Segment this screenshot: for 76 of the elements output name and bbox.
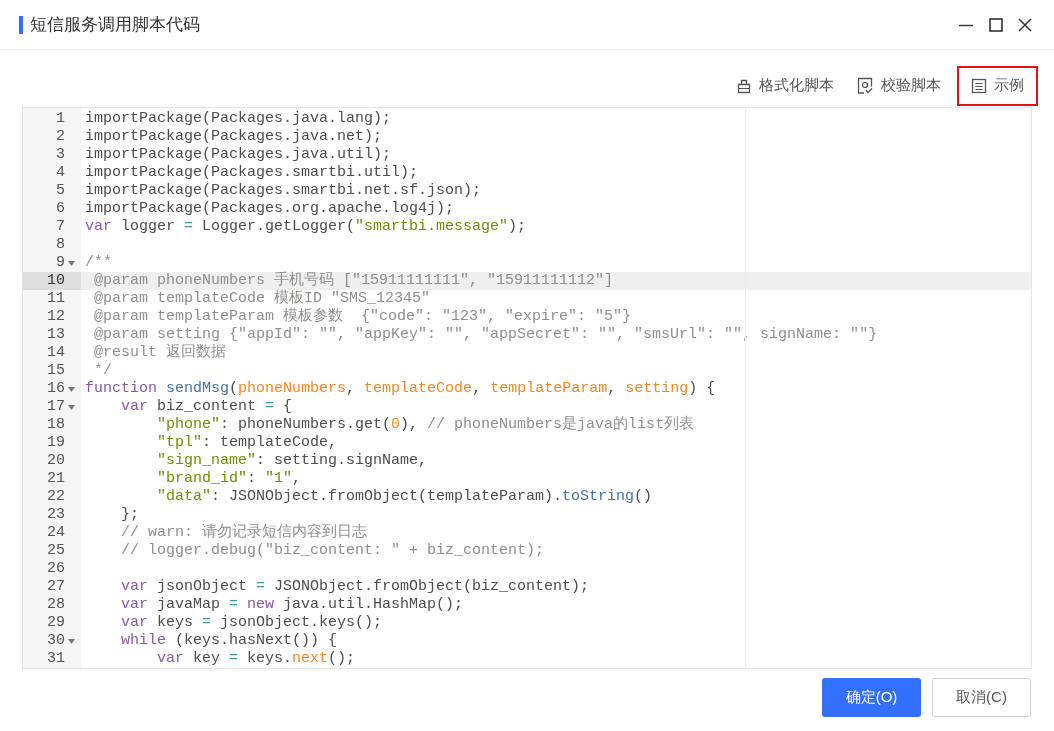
document-lines-icon <box>971 77 987 94</box>
line-number: 18 <box>47 416 65 434</box>
code-line: "sign_name": setting.signName, <box>156 452 428 469</box>
code-line: @param templateParam 模板参数 {"code": "123", "expire": "5"} <box>93 308 632 325</box>
toolbar-button[interactable]: 格式化脚本 <box>730 65 840 106</box>
fold-caret-icon[interactable] <box>67 638 75 644</box>
clipboard-icon <box>736 77 752 94</box>
fold-caret-icon[interactable] <box>67 386 75 392</box>
line-number: 22 <box>47 488 65 506</box>
line-number: 5 <box>56 182 65 200</box>
line-number: 23 <box>47 506 65 524</box>
line-number: 25 <box>47 542 65 560</box>
code-line: importPackage(Packages.java.net); <box>85 128 383 145</box>
line-number: 4 <box>56 164 65 182</box>
code-line: var keys = jsonObject.keys(); <box>120 614 383 631</box>
code-line: function sendMsg(phoneNumbers, templateCode, templateParam, setting) { <box>85 380 716 397</box>
line-number: 1 <box>56 110 65 128</box>
line-number: 31 <box>47 650 65 668</box>
line-number: 8 <box>56 236 65 254</box>
fold-caret-icon[interactable] <box>67 260 75 266</box>
line-number: 11 <box>47 290 65 308</box>
code-line: importPackage(Packages.java.util); <box>85 146 392 163</box>
title-accent-bar <box>19 15 23 34</box>
code-line: @param templateCode 模板ID "SMS_12345" <box>93 290 431 307</box>
document-check-icon <box>856 76 874 95</box>
code-line: importPackage(Packages.org.apache.log4j); <box>85 200 455 217</box>
line-number: 19 <box>47 434 65 452</box>
line-number: 28 <box>47 596 65 614</box>
line-number: 27 <box>47 578 65 596</box>
code-line: var logger = Logger.getLogger("smartbi.message"); <box>85 218 527 235</box>
line-number: 21 <box>47 470 65 488</box>
fold-caret-icon[interactable] <box>67 404 75 410</box>
code-line: */ <box>93 362 112 379</box>
code-line: var key = keys.next(); <box>156 650 356 667</box>
code-line: "brand_id": "1", <box>156 470 302 487</box>
code-editor[interactable] <box>22 107 1032 669</box>
code-line: var jsonObject = JSONObject.fromObject(biz_content); <box>120 578 590 595</box>
line-number: 24 <box>47 524 65 542</box>
code-line: var javaMap = new java.util.HashMap(); <box>120 596 464 613</box>
line-number: 2 <box>56 128 65 146</box>
line-number: 29 <box>47 614 65 632</box>
code-line: importPackage(Packages.smartbi.net.sf.json); <box>85 182 482 199</box>
line-number: 14 <box>47 344 65 362</box>
line-number: 9 <box>56 254 65 272</box>
code-line: @param phoneNumbers 手机号码 ["15911111111", "15911111112"] <box>93 272 614 289</box>
line-number: 6 <box>56 200 65 218</box>
close-icon[interactable] <box>1018 17 1032 32</box>
cancel-button[interactable]: 取消(C) <box>932 678 1031 717</box>
code-line: // logger.debug("biz_content: " + biz_content); <box>120 542 545 559</box>
line-number: 15 <box>47 362 65 380</box>
code-line: var biz_content = { <box>120 398 293 415</box>
toolbar-button[interactable]: 校验脚本 <box>850 65 947 106</box>
line-number: 7 <box>56 218 65 236</box>
line-number: 10 <box>47 272 65 290</box>
maximize-icon[interactable] <box>989 17 1003 32</box>
code-line: while (keys.hasNext()) { <box>120 632 338 649</box>
code-line: }; <box>120 506 139 523</box>
code-line: @result 返回数据 <box>93 344 226 361</box>
line-number: 3 <box>56 146 65 164</box>
confirm-button[interactable]: 确定(O) <box>822 678 921 717</box>
code-line: "tpl": templateCode, <box>156 434 338 451</box>
code-line: "data": JSONObject.fromObject(templateParam).toString() <box>156 488 653 505</box>
code-line: importPackage(Packages.smartbi.util); <box>85 164 419 181</box>
window-title: 短信服务调用脚本代码 <box>30 13 200 36</box>
code-line: /** <box>85 254 112 271</box>
line-number: 13 <box>47 326 65 344</box>
line-number: 12 <box>47 308 65 326</box>
line-number: 26 <box>47 560 65 578</box>
code-line: "phone": phoneNumbers.get(0), // phoneNumbers是java的list列表 <box>156 416 695 433</box>
toolbar-button[interactable]: 示例 <box>957 65 1038 106</box>
line-number: 30 <box>47 632 65 650</box>
code-line: // warn: 请勿记录短信内容到日志 <box>120 524 368 541</box>
line-number: 20 <box>47 452 65 470</box>
code-line: importPackage(Packages.java.lang); <box>85 110 392 127</box>
line-number: 17 <box>47 398 65 416</box>
line-number: 16 <box>47 380 65 398</box>
